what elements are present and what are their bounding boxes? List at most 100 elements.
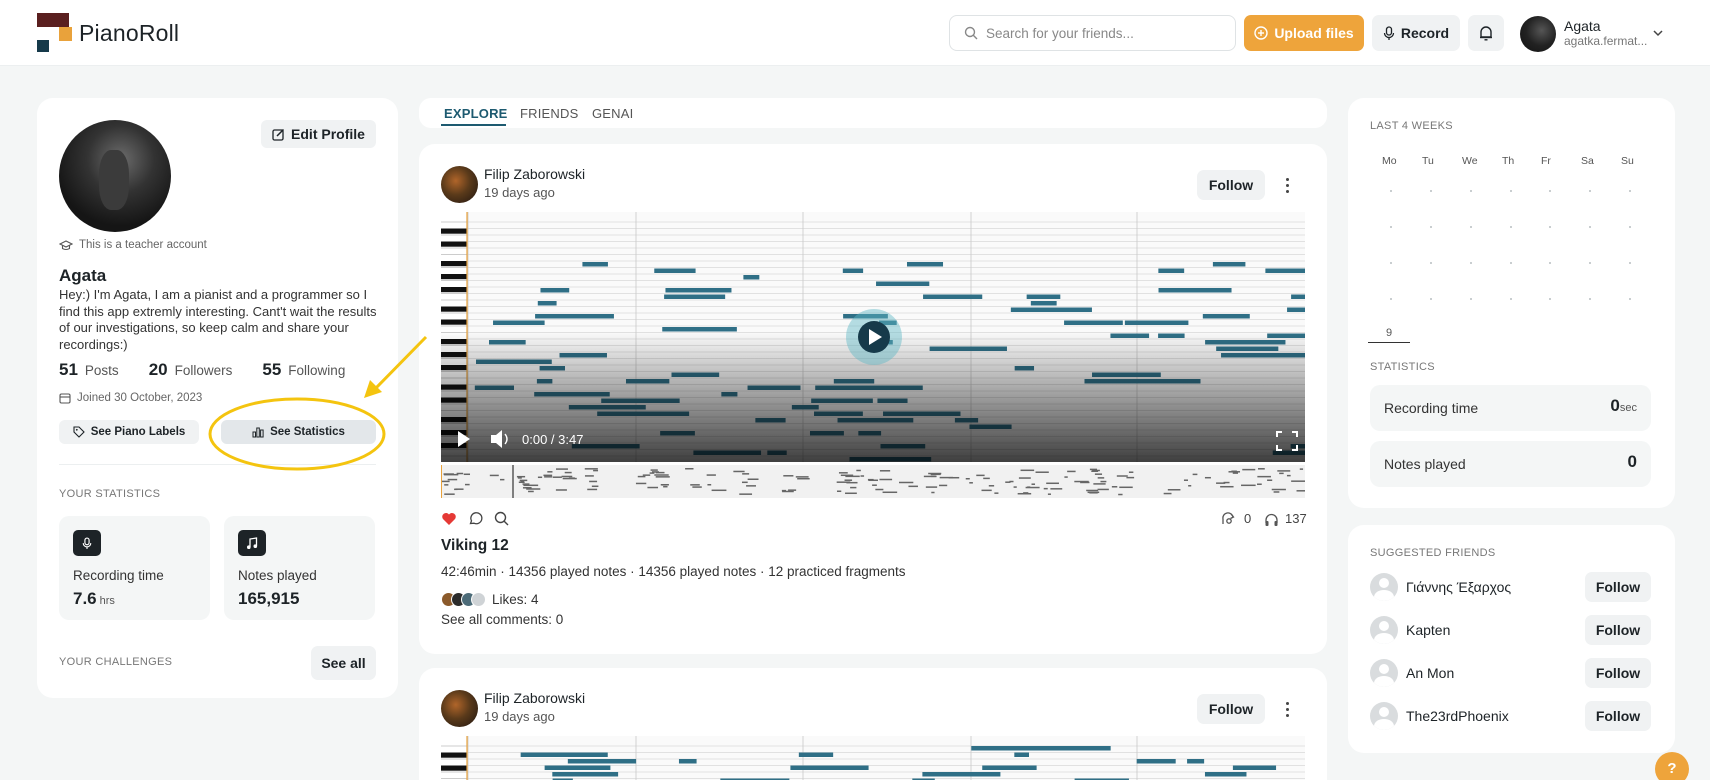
magnifier-icon[interactable]	[494, 511, 509, 526]
calendar-day-dot[interactable]	[1549, 226, 1551, 228]
posts-count[interactable]: 51 Posts	[59, 360, 119, 380]
calendar-day-dot[interactable]	[1470, 190, 1472, 192]
follow-button[interactable]: Follow	[1585, 701, 1651, 731]
timeline-strip	[441, 465, 1305, 498]
friend-name[interactable]: Kapten	[1406, 622, 1450, 638]
calendar-day-dot[interactable]	[1430, 190, 1432, 192]
follow-button[interactable]: Follow	[1197, 694, 1265, 724]
record-button[interactable]: Record	[1372, 15, 1460, 51]
suggested-friend: Γιάννης Έξαρχος Follow	[1370, 571, 1651, 603]
follow-button[interactable]: Follow	[1585, 615, 1651, 645]
edit-profile-button[interactable]: Edit Profile	[261, 120, 376, 148]
author-avatar[interactable]	[441, 166, 478, 203]
avatar[interactable]	[1370, 702, 1398, 730]
see-piano-labels-button[interactable]: See Piano Labels	[59, 420, 199, 444]
app-logo[interactable]: PianoRoll	[37, 13, 179, 53]
suggested-friend: The23rdPhoenix Follow	[1370, 700, 1651, 732]
tab-genai[interactable]: GENAI	[592, 106, 633, 121]
tab-friends[interactable]: FRIENDS	[520, 106, 578, 121]
record-label: Record	[1400, 25, 1450, 41]
calendar-day-dot[interactable]	[1470, 262, 1472, 264]
follow-button[interactable]: Follow	[1197, 170, 1265, 200]
upload-files-label: Upload files	[1274, 25, 1354, 41]
edit-profile-label: Edit Profile	[291, 126, 365, 142]
calendar-day-dot[interactable]	[1589, 262, 1591, 264]
notes-played-stat: Notes played 165,915	[224, 516, 375, 620]
friend-name[interactable]: The23rdPhoenix	[1406, 708, 1509, 724]
post-title[interactable]: Viking 12	[441, 537, 509, 555]
calendar-day-dot[interactable]	[1470, 226, 1472, 228]
calendar-day-dot[interactable]	[1549, 190, 1551, 192]
recording-time-number: 7.6	[73, 589, 97, 608]
calendar-day-dot[interactable]	[1589, 190, 1591, 192]
weekday-label: Sa	[1581, 155, 1594, 167]
last-weeks-title: LAST 4 WEEKS	[1370, 120, 1453, 132]
author-avatar[interactable]	[441, 690, 478, 727]
calendar-day-dot[interactable]	[1390, 190, 1392, 192]
see-all-comments-link[interactable]: See all comments: 0	[441, 612, 563, 627]
calendar-day-dot[interactable]	[1589, 298, 1591, 300]
notifications-button[interactable]	[1468, 15, 1504, 51]
follow-button[interactable]: Follow	[1585, 572, 1651, 602]
see-statistics-button[interactable]: See Statistics	[221, 420, 376, 444]
help-button[interactable]: ?	[1655, 752, 1689, 780]
piano-roll-video[interactable]: 0:00 / 3:47	[441, 212, 1305, 498]
upload-files-button[interactable]: Upload files	[1244, 15, 1364, 51]
calendar-day-dot[interactable]	[1430, 298, 1432, 300]
followers-count[interactable]: 20 Followers	[149, 360, 233, 380]
piano-roll-video[interactable]	[441, 736, 1305, 780]
calendar-day-dot[interactable]	[1629, 190, 1631, 192]
recording-time-label: Recording time	[1384, 400, 1479, 416]
calendar-day-dot[interactable]	[1430, 262, 1432, 264]
kebab-icon[interactable]	[1277, 174, 1297, 196]
calendar-day-dot[interactable]	[1390, 226, 1392, 228]
calendar-day-dot[interactable]	[1549, 262, 1551, 264]
post-actions: 0 137	[441, 510, 1307, 530]
calendar-day-dot[interactable]	[1510, 262, 1512, 264]
repost-icon[interactable]	[1221, 512, 1236, 527]
chevron-down-icon[interactable]	[1652, 27, 1664, 39]
calendar-day-dot[interactable]	[1629, 298, 1631, 300]
calendar-day-dot[interactable]	[1390, 298, 1392, 300]
calendar-day-dot[interactable]	[1470, 298, 1472, 300]
friend-name[interactable]: An Mon	[1406, 665, 1454, 681]
calendar-day-dot[interactable]	[1510, 298, 1512, 300]
calendar-day-dot[interactable]	[1629, 226, 1631, 228]
heart-icon[interactable]	[441, 512, 457, 526]
joined-text: Joined 30 October, 2023	[77, 392, 203, 404]
calendar-day-dot[interactable]	[1510, 190, 1512, 192]
recording-time-unit: hrs	[99, 595, 115, 607]
mic-icon	[1383, 25, 1395, 40]
recording-time-value: 7.6 hrs	[73, 589, 115, 609]
app-name: PianoRoll	[79, 19, 180, 46]
calendar-day-dot[interactable]	[1629, 262, 1631, 264]
post-time: 19 days ago	[484, 709, 555, 724]
video-time: 0:00 / 3:47	[522, 432, 583, 447]
post-author[interactable]: Filip Zaborowski	[484, 690, 585, 706]
logo-mark	[37, 13, 75, 53]
calendar-day-dot[interactable]	[1510, 226, 1512, 228]
avatar[interactable]	[1370, 659, 1398, 687]
search-input[interactable]: Search for your friends...	[949, 15, 1236, 51]
calendar-current-day[interactable]: 9	[1368, 327, 1410, 343]
user-menu[interactable]: Agata agatka.fermat...	[1520, 14, 1670, 54]
tab-explore[interactable]: EXPLORE	[444, 106, 508, 121]
avatar[interactable]	[1370, 573, 1398, 601]
follow-button[interactable]: Follow	[1585, 658, 1651, 688]
profile-avatar	[59, 120, 171, 232]
user-name: Agata	[1564, 18, 1601, 34]
kebab-icon[interactable]	[1277, 698, 1297, 720]
likes-row[interactable]: Likes: 4	[441, 592, 539, 607]
headphones-icon[interactable]	[1264, 512, 1279, 527]
calendar-day-dot[interactable]	[1430, 226, 1432, 228]
friend-name[interactable]: Γιάννης Έξαρχος	[1406, 579, 1511, 595]
calendar-day-dot[interactable]	[1589, 226, 1591, 228]
avatar[interactable]	[1370, 616, 1398, 644]
comment-icon[interactable]	[468, 511, 483, 526]
see-all-challenges-button[interactable]: See all	[311, 646, 376, 680]
following-count[interactable]: 55 Following	[262, 360, 345, 380]
calendar-day-dot[interactable]	[1549, 298, 1551, 300]
calendar-day-dot[interactable]	[1390, 262, 1392, 264]
post-author[interactable]: Filip Zaborowski	[484, 166, 585, 182]
notes-played-label: Notes played	[1384, 456, 1466, 472]
